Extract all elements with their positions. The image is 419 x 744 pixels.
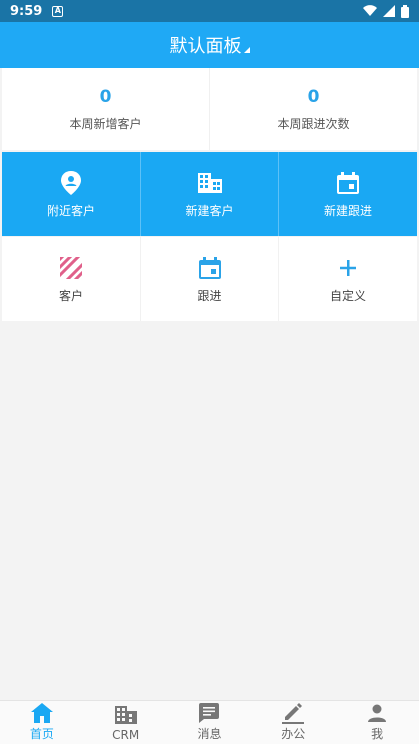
tile-label: 附近客户 xyxy=(46,203,95,218)
location-pin-icon xyxy=(58,170,84,196)
building-icon xyxy=(114,703,138,727)
plus-icon xyxy=(335,255,361,281)
dropdown-caret-icon[interactable] xyxy=(243,47,250,53)
tab-label: 办公 xyxy=(281,727,306,741)
status-bar: 9:59 A xyxy=(0,0,419,22)
tab-label: 首页 xyxy=(29,727,54,741)
tab-crm[interactable]: CRM xyxy=(84,701,168,744)
tile-label: 新建客户 xyxy=(185,203,234,218)
tab-home[interactable]: 首页 xyxy=(0,701,84,744)
new-followup-button[interactable]: 新建跟进 xyxy=(278,152,417,236)
tab-office[interactable]: 办公 xyxy=(251,701,335,744)
action-grid: 附近客户 新建客户 新建跟进 客户 跟进 自定义 xyxy=(2,152,417,321)
panel-title[interactable]: 默认面板 xyxy=(170,32,242,58)
calendar-icon xyxy=(335,170,361,196)
customers-button[interactable]: 客户 xyxy=(2,237,140,321)
pencil-icon xyxy=(281,701,305,724)
tab-label: 消息 xyxy=(197,727,222,741)
customize-button[interactable]: 自定义 xyxy=(278,237,417,321)
message-icon xyxy=(197,701,221,724)
tab-label: 我 xyxy=(371,727,384,741)
signal-icon xyxy=(383,5,395,17)
stat-value: 0 xyxy=(307,86,320,107)
striped-square-icon xyxy=(58,255,84,281)
notification-icon: A xyxy=(52,5,64,17)
new-customer-button[interactable]: 新建客户 xyxy=(140,152,278,236)
tab-label: CRM xyxy=(112,728,140,742)
home-icon xyxy=(30,701,54,724)
nearby-customers-button[interactable]: 附近客户 xyxy=(2,152,140,236)
status-time: 9:59 xyxy=(10,3,43,19)
followups-button[interactable]: 跟进 xyxy=(140,237,278,321)
bottom-tab-bar: 首页 CRM 消息 办公 我 xyxy=(0,700,419,744)
tile-label: 自定义 xyxy=(329,288,366,303)
status-icons xyxy=(363,4,409,18)
tab-messages[interactable]: 消息 xyxy=(168,701,252,744)
calendar-icon xyxy=(197,255,223,281)
stat-label: 本周跟进次数 xyxy=(277,116,350,131)
tab-me[interactable]: 我 xyxy=(335,701,419,744)
stat-value: 0 xyxy=(99,86,112,107)
top-header[interactable]: 默认面板 xyxy=(0,22,419,68)
tile-label: 新建跟进 xyxy=(323,203,372,218)
stat-new-customers[interactable]: 0 本周新增客户 xyxy=(2,68,209,150)
tile-label: 跟进 xyxy=(197,288,222,303)
stats-panel: 0 本周新增客户 0 本周跟进次数 xyxy=(2,68,417,150)
stat-followups[interactable]: 0 本周跟进次数 xyxy=(209,68,417,150)
stat-label: 本周新增客户 xyxy=(69,116,142,131)
person-icon xyxy=(365,701,389,724)
battery-icon xyxy=(401,4,409,18)
tile-label: 客户 xyxy=(58,288,83,303)
wifi-icon xyxy=(363,5,377,17)
building-icon xyxy=(197,170,223,196)
